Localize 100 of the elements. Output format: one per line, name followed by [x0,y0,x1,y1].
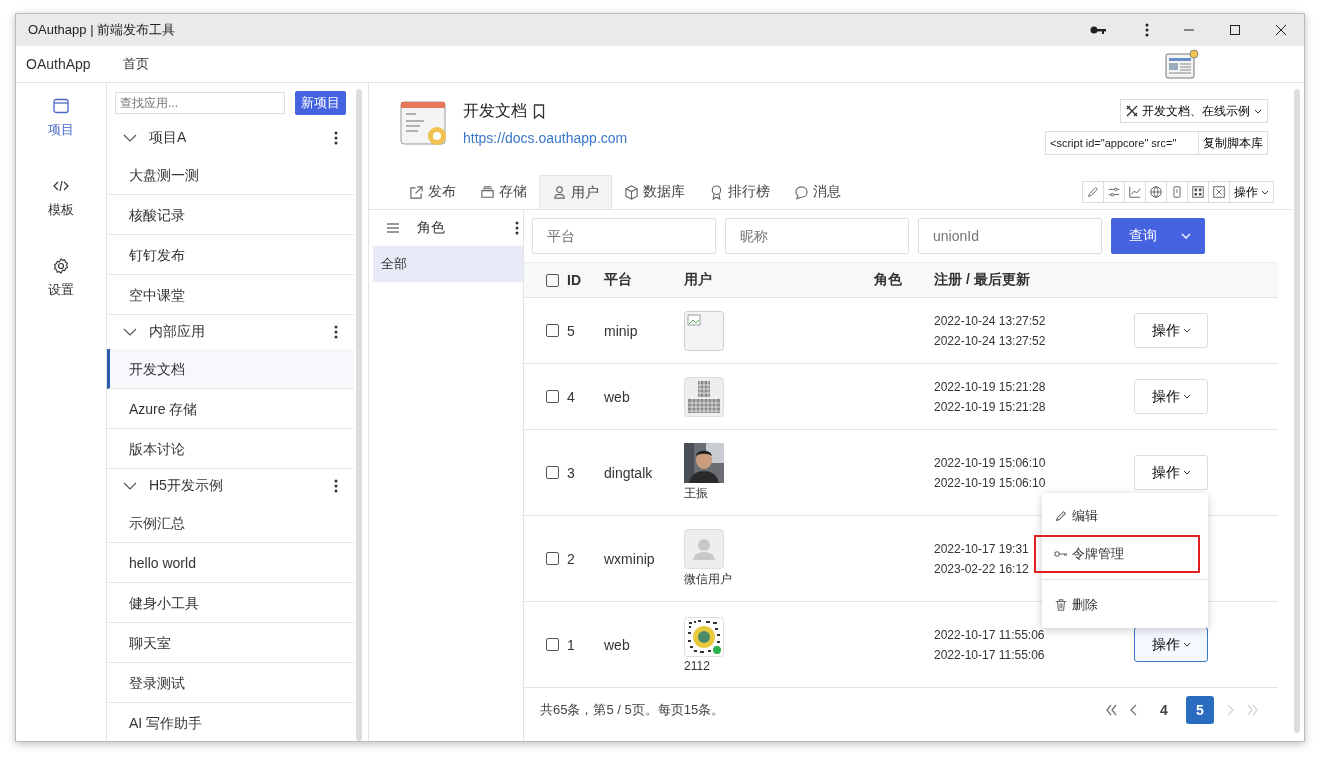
trash-icon [1054,598,1068,612]
tab[interactable]: 存储 [468,175,539,209]
more-icon[interactable] [334,325,338,339]
table-cell-text: minip [604,322,639,339]
chevron-icon[interactable] [123,328,137,336]
row-actions-button[interactable]: 操作 [1134,455,1208,490]
app-list-item[interactable]: 核酸记录 [107,195,354,235]
user-tab-icon [552,185,567,200]
more-icon[interactable] [334,479,338,493]
app-list-item[interactable]: hello world [107,543,354,583]
list-icon [387,223,399,233]
roles-title: 角色 [417,219,445,237]
group-label[interactable]: 内部应用 [149,323,205,341]
page-button[interactable]: 4 [1150,696,1178,724]
query-button[interactable]: 查询 [1111,218,1205,254]
maximize-icon[interactable] [1229,24,1241,36]
column-header: 注册 / 最后更新 [934,271,1031,289]
table-cell-text: web [604,636,631,653]
user-name: 2112 [684,658,710,673]
table-cell: 1 [567,636,575,653]
avatar-icon [684,376,724,417]
chart-icon[interactable] [1124,181,1146,203]
key-icon[interactable] [1090,25,1106,35]
table-cell: 5 [567,322,575,339]
app-list-item[interactable]: 开发文档 [107,349,354,389]
row-actions-button[interactable]: 操作 [1134,627,1208,662]
checkbox[interactable] [546,390,559,403]
role-item[interactable]: 全部 [373,246,523,282]
app-list-item[interactable]: AI 写作助手 [107,703,354,741]
caret-icon [1261,189,1269,195]
updated-time: 2022-10-19 15:21:28 [934,399,1046,414]
app-list-item[interactable]: 大盘测一测 [107,155,354,195]
more-icon[interactable] [515,221,519,235]
database-tab-icon [624,184,639,200]
app-list-item[interactable]: 聊天室 [107,623,354,663]
menu-item[interactable]: 删除 [1034,586,1200,624]
menu-item[interactable]: 令牌管理 [1034,535,1200,573]
checkbox[interactable] [546,273,559,287]
more-icon[interactable] [334,131,338,145]
column-header: 用户 [684,271,713,289]
tab[interactable]: 发布 [397,175,468,209]
actions-dropdown-button[interactable]: 操作 [1229,181,1274,203]
tab[interactable]: 数据库 [612,175,697,209]
filter-field[interactable]: 昵称 [725,218,909,254]
app-list-item[interactable]: 示例汇总 [107,503,354,543]
group-label[interactable]: 项目A [149,129,187,147]
sliders-icon[interactable] [1103,181,1125,203]
table-cell-text: wxminip [604,550,656,567]
app-list-item[interactable]: Azure 存储 [107,389,354,429]
docs-dropdown-button[interactable]: 开发文档、在线示例 [1120,99,1268,123]
newspaper-icon[interactable] [1165,49,1199,79]
pencil-icon[interactable] [1082,181,1104,203]
copy-button[interactable]: 复制脚本库 [1199,131,1268,155]
bookmark-icon[interactable] [533,104,545,119]
checkbox[interactable] [546,324,559,337]
tab[interactable]: 排行榜 [697,175,782,209]
row-actions-button[interactable]: 操作 [1134,313,1208,348]
settings-icon [52,257,70,275]
search-field[interactable]: 查找应用... [115,92,285,114]
tab[interactable]: 消息 [782,175,853,209]
page-button[interactable]: 5 [1186,696,1214,724]
table-cell-text: dingtalk [604,464,654,481]
registered-time: 2022-10-24 13:27:52 [934,313,1046,328]
new-project-button[interactable]: 新项目 [295,91,346,115]
nav-item[interactable]: 设置 [16,257,106,337]
chevron-icon[interactable] [123,482,137,490]
chevron-icon[interactable] [123,134,137,142]
app-list-item[interactable]: 版本讨论 [107,429,354,469]
checkbox[interactable] [546,638,559,651]
table-cell: 4 [567,388,575,405]
script-field[interactable]: <script id="appcore" src=" [1045,131,1199,155]
caret-icon [1182,470,1191,475]
caret-icon [1182,394,1191,399]
app-list-item[interactable]: 健身小工具 [107,583,354,623]
more-icon[interactable] [1145,23,1149,37]
app-brand[interactable]: OAuthApp [26,56,91,72]
group-label[interactable]: H5开发示例 [149,477,223,495]
caret-icon [1182,328,1191,333]
filter-field[interactable]: unionId [918,218,1102,254]
nav-item[interactable]: 模板 [16,177,106,257]
registered-time: 2022-10-17 19:31 [934,541,1029,556]
row-actions-button[interactable]: 操作 [1134,379,1208,414]
close-icon[interactable] [1275,24,1287,36]
filter-field[interactable]: 平台 [532,218,716,254]
column-header: 平台 [604,271,633,289]
tab[interactable]: 用户 [539,175,612,209]
menu-item[interactable]: 首页 [122,55,149,73]
checkbox[interactable] [546,466,559,479]
app-url-link[interactable]: https://docs.oauthapp.com [463,130,628,146]
app-list-item[interactable]: 钉钉发布 [107,235,354,275]
menu-item[interactable]: 编辑 [1034,497,1200,535]
qr-code-icon[interactable] [1187,181,1209,203]
caret-icon [1254,108,1262,114]
rank-tab-icon [709,184,724,200]
app-list-item[interactable]: 空中课堂 [107,275,354,315]
app-list-item[interactable]: 登录测试 [107,663,354,703]
globe-icon[interactable] [1145,181,1167,203]
nav-item[interactable]: 项目 [16,97,106,177]
checkbox[interactable] [546,552,559,565]
window-icon [52,97,70,115]
